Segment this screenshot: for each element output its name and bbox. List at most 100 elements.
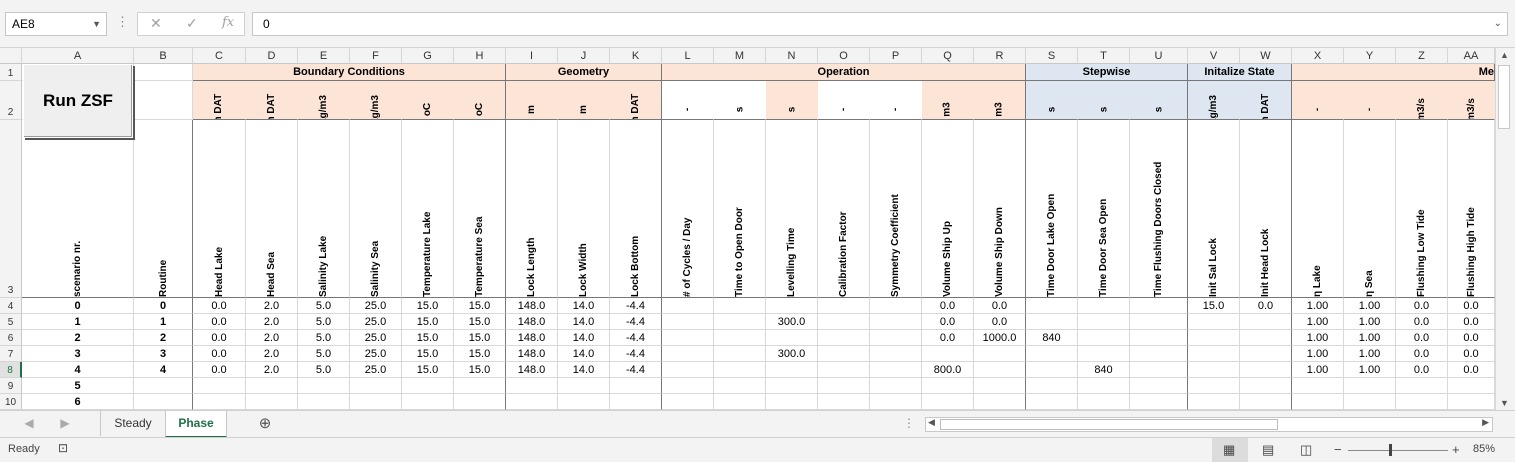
column-header-M[interactable]: M — [714, 48, 766, 64]
column-title-J[interactable]: Lock Width — [558, 120, 610, 298]
cell-Q6[interactable]: 0.0 — [922, 330, 974, 346]
column-header-G[interactable]: G — [402, 48, 454, 64]
cell-C8[interactable]: 0.0 — [193, 362, 246, 378]
zoom-slider-handle[interactable] — [1389, 444, 1392, 456]
cell-T5[interactable] — [1078, 314, 1130, 330]
cell-X7[interactable]: 1.00 — [1292, 346, 1344, 362]
cell-A4[interactable]: 0 — [22, 298, 134, 314]
cell-M7[interactable] — [714, 346, 766, 362]
row-header-8[interactable]: 8 — [0, 362, 22, 378]
cell-AA7[interactable]: 0.0 — [1448, 346, 1495, 362]
cell-K5[interactable]: -4.4 — [610, 314, 662, 330]
cell-J9[interactable] — [558, 378, 610, 394]
cell-X8[interactable]: 1.00 — [1292, 362, 1344, 378]
column-header-A[interactable]: A — [22, 48, 134, 64]
column-title-F[interactable]: Salinity Sea — [350, 120, 402, 298]
cell-G5[interactable]: 15.0 — [402, 314, 454, 330]
column-header-R[interactable]: R — [974, 48, 1026, 64]
cell-K7[interactable]: -4.4 — [610, 346, 662, 362]
cell-U5[interactable] — [1130, 314, 1188, 330]
row-header-5[interactable]: 5 — [0, 314, 22, 330]
enter-check-icon[interactable]: ✓ — [186, 15, 198, 32]
add-sheet-icon[interactable]: ⊕ — [256, 411, 274, 436]
cell-W6[interactable] — [1240, 330, 1292, 346]
column-header-F[interactable]: F — [350, 48, 402, 64]
column-title-Z[interactable]: Flushing Low Tide — [1396, 120, 1448, 298]
cell-B10[interactable] — [134, 394, 193, 410]
cell-K10[interactable] — [610, 394, 662, 410]
unit-cell-Z[interactable]: m3/s — [1396, 81, 1448, 120]
cell-S5[interactable] — [1026, 314, 1078, 330]
column-header-J[interactable]: J — [558, 48, 610, 64]
cell-Y7[interactable]: 1.00 — [1344, 346, 1396, 362]
formula-input[interactable]: 0 ⌄ — [252, 12, 1508, 36]
cell-L9[interactable] — [662, 378, 714, 394]
cell-V10[interactable] — [1188, 394, 1240, 410]
row-header-3[interactable]: 3 — [0, 120, 22, 298]
column-title-H[interactable]: Temperature Sea — [454, 120, 506, 298]
cell-T9[interactable] — [1078, 378, 1130, 394]
cell-D5[interactable]: 2.0 — [246, 314, 298, 330]
unit-cell-V[interactable]: kg/m3 — [1188, 81, 1240, 120]
column-header-U[interactable]: U — [1130, 48, 1188, 64]
unit-cell-P[interactable]: - — [870, 81, 922, 120]
chevron-down-icon[interactable]: ▼ — [92, 13, 101, 35]
cell-N8[interactable] — [766, 362, 818, 378]
cell-Y6[interactable]: 1.00 — [1344, 330, 1396, 346]
row-header-6[interactable]: 6 — [0, 330, 22, 346]
cell-S6[interactable]: 840 — [1026, 330, 1078, 346]
cell-K4[interactable]: -4.4 — [610, 298, 662, 314]
cell-AA4[interactable]: 0.0 — [1448, 298, 1495, 314]
cell-F8[interactable]: 25.0 — [350, 362, 402, 378]
column-header-P[interactable]: P — [870, 48, 922, 64]
cell-G9[interactable] — [402, 378, 454, 394]
unit-cell-E[interactable]: kg/m3 — [298, 81, 350, 120]
unit-cell-L[interactable]: - — [662, 81, 714, 120]
column-title-G[interactable]: Temperature Lake — [402, 120, 454, 298]
cell-I7[interactable]: 148.0 — [506, 346, 558, 362]
cell-O4[interactable] — [818, 298, 870, 314]
cell-H5[interactable]: 15.0 — [454, 314, 506, 330]
cell-I6[interactable]: 148.0 — [506, 330, 558, 346]
cell-E8[interactable]: 5.0 — [298, 362, 350, 378]
cell-D6[interactable]: 2.0 — [246, 330, 298, 346]
cell-J5[interactable]: 14.0 — [558, 314, 610, 330]
unit-cell-T[interactable]: s — [1078, 81, 1130, 120]
cell-Q8[interactable]: 800.0 — [922, 362, 974, 378]
page-break-icon[interactable]: ◫ — [1300, 442, 1312, 458]
cell-B2[interactable] — [134, 81, 193, 120]
page-layout-icon[interactable]: ▤ — [1262, 442, 1274, 458]
cell-M4[interactable] — [714, 298, 766, 314]
vertical-scroll-thumb[interactable] — [1498, 65, 1510, 129]
unit-cell-M[interactable]: s — [714, 81, 766, 120]
cell-Z8[interactable]: 0.0 — [1396, 362, 1448, 378]
column-title-S[interactable]: Time Door Lake Open — [1026, 120, 1078, 298]
cell-E7[interactable]: 5.0 — [298, 346, 350, 362]
cell-AA10[interactable] — [1448, 394, 1495, 410]
cell-N7[interactable]: 300.0 — [766, 346, 818, 362]
cell-L7[interactable] — [662, 346, 714, 362]
macro-recording-icon[interactable]: ⊡ — [58, 441, 68, 455]
cell-V4[interactable]: 15.0 — [1188, 298, 1240, 314]
cell-D4[interactable]: 2.0 — [246, 298, 298, 314]
cell-M8[interactable] — [714, 362, 766, 378]
column-header-T[interactable]: T — [1078, 48, 1130, 64]
cell-X5[interactable]: 1.00 — [1292, 314, 1344, 330]
group-header[interactable]: Me — [1292, 64, 1495, 81]
column-header-C[interactable]: C — [193, 48, 246, 64]
cell-H8[interactable]: 15.0 — [454, 362, 506, 378]
cell-T4[interactable] — [1078, 298, 1130, 314]
cell-Y5[interactable]: 1.00 — [1344, 314, 1396, 330]
cell-G6[interactable]: 15.0 — [402, 330, 454, 346]
row-header-7[interactable]: 7 — [0, 346, 22, 362]
cell-V9[interactable] — [1188, 378, 1240, 394]
column-title-C[interactable]: Head Lake — [193, 120, 246, 298]
zoom-out-icon[interactable]: − — [1334, 442, 1342, 457]
cell-W9[interactable] — [1240, 378, 1292, 394]
cell-C7[interactable]: 0.0 — [193, 346, 246, 362]
cell-Z6[interactable]: 0.0 — [1396, 330, 1448, 346]
column-title-R[interactable]: Volume Ship Down — [974, 120, 1026, 298]
cell-O7[interactable] — [818, 346, 870, 362]
column-header-Y[interactable]: Y — [1344, 48, 1396, 64]
cell-D10[interactable] — [246, 394, 298, 410]
